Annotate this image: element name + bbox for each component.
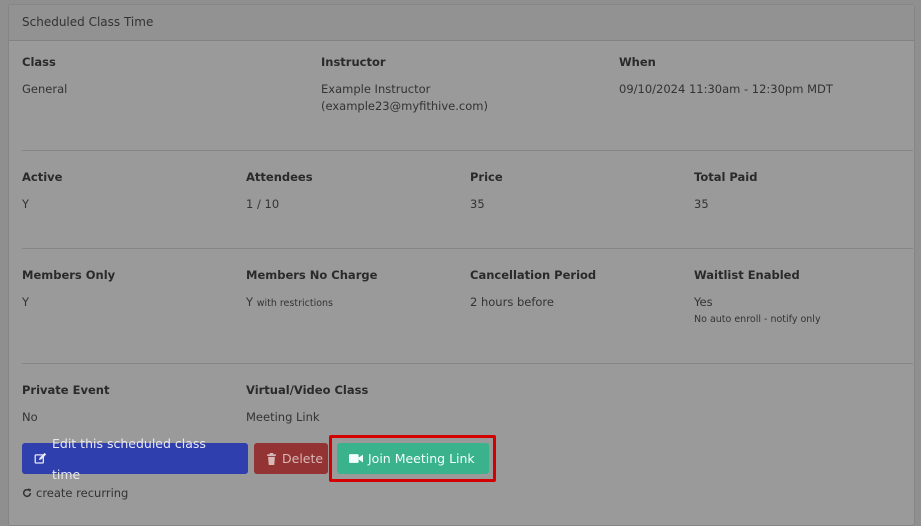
attendees-label: Attendees — [246, 170, 313, 184]
trash-icon — [266, 452, 277, 465]
members-no-charge-value: Y — [246, 295, 254, 309]
instructor-label: Instructor — [321, 55, 386, 69]
active-value: Y — [22, 197, 30, 211]
private-event-label: Private Event — [22, 383, 110, 397]
members-only-field: Members Only Y — [22, 268, 115, 311]
create-recurring-label: create recurring — [36, 486, 129, 500]
class-label: Class — [22, 55, 56, 69]
total-paid-label: Total Paid — [694, 170, 758, 184]
instructor-email: (example23@myfithive.com) — [321, 99, 488, 113]
when-value: 09/10/2024 11:30am - 12:30pm MDT — [619, 82, 833, 96]
virtual-class-label: Virtual/Video Class — [246, 383, 369, 397]
members-no-charge-note: with restrictions — [256, 298, 333, 309]
attendees-field: Attendees 1 / 10 — [246, 170, 313, 213]
divider — [22, 248, 913, 249]
waitlist-label: Waitlist Enabled — [694, 268, 800, 282]
when-field: When 09/10/2024 11:30am - 12:30pm MDT — [619, 55, 833, 98]
scheduled-class-panel: Scheduled Class Time Class General Instr… — [8, 4, 915, 526]
members-only-value: Y — [22, 295, 30, 309]
delete-button[interactable]: Delete — [254, 443, 328, 474]
panel-title: Scheduled Class Time — [9, 5, 914, 41]
members-no-charge-field: Members No Charge Y with restrictions — [246, 268, 377, 312]
instructor-name: Example Instructor — [321, 82, 431, 96]
waitlist-note: No auto enroll - notify only — [694, 314, 821, 325]
virtual-class-value: Meeting Link — [246, 410, 320, 424]
when-label: When — [619, 55, 656, 69]
divider — [22, 363, 913, 364]
total-paid-field: Total Paid 35 — [694, 170, 757, 213]
highlight-box — [329, 435, 496, 482]
price-value: 35 — [470, 197, 485, 211]
private-event-value: No — [22, 410, 38, 424]
virtual-class-field: Virtual/Video Class Meeting Link — [246, 383, 368, 426]
class-field: Class General — [22, 55, 67, 98]
price-label: Price — [470, 170, 503, 184]
cancellation-field: Cancellation Period 2 hours before — [470, 268, 596, 311]
private-event-field: Private Event No — [22, 383, 109, 426]
price-field: Price 35 — [470, 170, 503, 213]
edit-scheduled-class-button[interactable]: Edit this scheduled class time — [22, 436, 248, 482]
divider — [22, 150, 913, 151]
active-field: Active Y — [22, 170, 62, 213]
class-value: General — [22, 82, 68, 96]
members-no-charge-label: Members No Charge — [246, 268, 378, 282]
cancellation-label: Cancellation Period — [470, 268, 597, 282]
instructor-field: Instructor Example Instructor (example23… — [321, 55, 488, 115]
total-paid-value: 35 — [694, 197, 709, 211]
refresh-icon — [22, 488, 32, 498]
cancellation-value: 2 hours before — [470, 295, 554, 309]
attendees-value: 1 / 10 — [246, 197, 280, 211]
waitlist-field: Waitlist Enabled Yes No auto enroll - no… — [694, 268, 821, 328]
edit-button-label: Edit this scheduled class time — [52, 435, 206, 482]
delete-button-label: Delete — [282, 451, 324, 466]
waitlist-value: Yes — [694, 295, 713, 309]
members-only-label: Members Only — [22, 268, 116, 282]
active-label: Active — [22, 170, 63, 184]
edit-icon — [34, 452, 47, 465]
create-recurring-link[interactable]: create recurring — [22, 486, 128, 500]
